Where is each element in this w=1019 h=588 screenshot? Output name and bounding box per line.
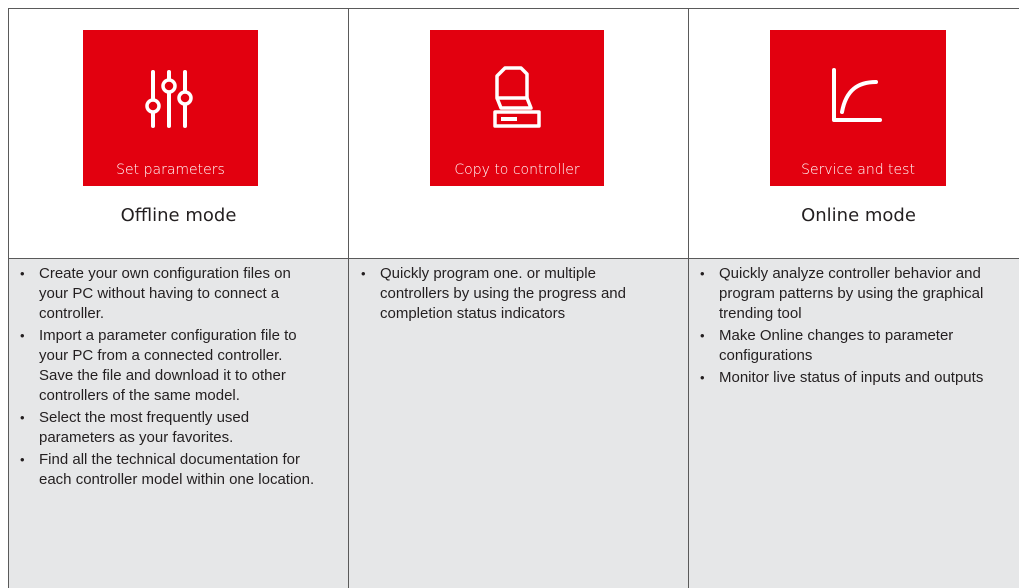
- list-item: Quickly analyze controller behavior and …: [697, 264, 997, 324]
- feature-table: Set parameters Offline mode Create your …: [8, 8, 1019, 588]
- offline-mode-label: Offline mode: [120, 205, 237, 226]
- tile-caption: Service and test: [801, 162, 915, 178]
- list-item: Monitor live status of inputs and output…: [697, 368, 997, 388]
- column-divider-1: [348, 9, 349, 588]
- copy-to-controller-icon: [493, 66, 541, 128]
- online-mode-label: Online mode: [801, 205, 916, 226]
- service-and-test-tile[interactable]: Service and test: [770, 30, 946, 186]
- online-bullet-list: Quickly analyze controller behavior and …: [697, 264, 997, 390]
- list-item: Create your own configuration files on y…: [17, 264, 317, 324]
- list-item: Select the most frequently used paramete…: [17, 408, 317, 448]
- trend-curve-icon: [832, 68, 882, 122]
- list-item: Import a parameter configuration file to…: [17, 326, 317, 406]
- copy-to-controller-tile[interactable]: Copy to controller: [430, 30, 604, 186]
- set-parameters-tile[interactable]: Set parameters: [83, 30, 258, 186]
- column-divider-2: [688, 9, 689, 588]
- tile-caption: Set parameters: [116, 162, 225, 178]
- list-item: Make Online changes to parameter configu…: [697, 326, 997, 366]
- row-divider: [9, 258, 1019, 259]
- sliders-icon: [145, 70, 193, 128]
- list-item: Find all the technical documentation for…: [17, 450, 317, 490]
- list-item: Quickly program one. or multiple control…: [358, 264, 658, 324]
- tile-caption: Copy to controller: [454, 162, 580, 178]
- copy-bullet-list: Quickly program one. or multiple control…: [358, 264, 658, 326]
- offline-bullet-list: Create your own configuration files on y…: [17, 264, 317, 492]
